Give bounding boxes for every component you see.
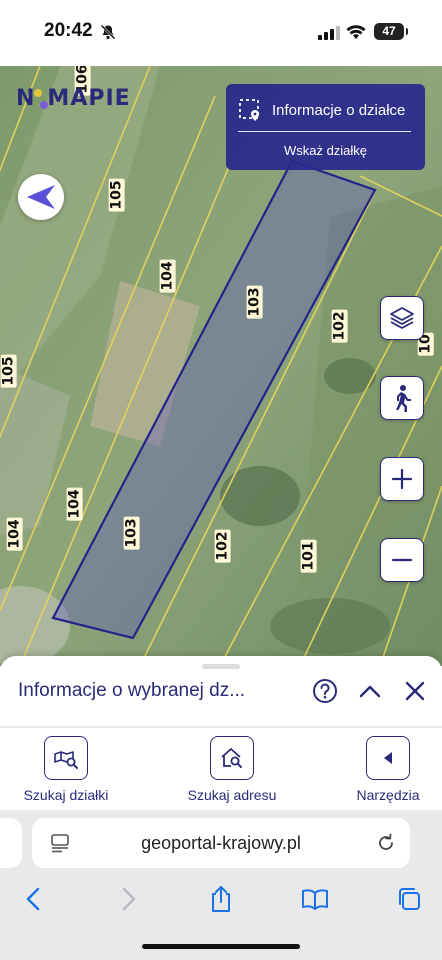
sheet-grabber[interactable]: [202, 664, 240, 669]
tools-label: Narzędzia: [356, 787, 420, 803]
map-view[interactable]: 106 105 104 103 102 105 104 103 102 101 …: [0, 66, 442, 666]
parcel-info-label: Informacje o działce: [272, 101, 406, 119]
tabs-button[interactable]: [394, 886, 424, 912]
status-bar: 20:42 47: [0, 0, 442, 66]
close-icon: [405, 681, 425, 701]
bell-off-icon: [100, 24, 116, 40]
map-search-icon: [54, 751, 78, 769]
sheet-title: Informacje o wybranej dz...: [18, 680, 246, 701]
parcel-label: 102: [331, 309, 348, 343]
help-button[interactable]: [312, 678, 338, 704]
layers-button[interactable]: [380, 296, 424, 340]
parcel-label: 105: [108, 178, 125, 212]
parcel-label: 105: [0, 354, 17, 388]
logo-text-2: MAPIE: [47, 86, 131, 111]
book-icon: [302, 889, 328, 910]
compass-button[interactable]: [18, 174, 64, 220]
close-button[interactable]: [402, 678, 428, 704]
walking-person-icon: [396, 385, 411, 412]
battery-indicator: 47: [374, 23, 408, 40]
zoom-out-button[interactable]: [380, 538, 424, 582]
chevron-right-icon: [122, 887, 136, 911]
plus-icon: [391, 468, 413, 490]
zoom-in-button[interactable]: [380, 457, 424, 501]
tools-button[interactable]: Narzędzia: [328, 736, 442, 803]
chevron-left-icon: [26, 887, 40, 911]
select-area-icon: [239, 99, 259, 121]
search-address-button[interactable]: Szukaj adresu: [172, 736, 292, 803]
parcel-label: 103: [123, 516, 140, 550]
parcel-info-button[interactable]: Informacje o działce: [238, 98, 405, 122]
home-search-icon: [221, 748, 242, 768]
search-parcel-icon-box: [44, 736, 88, 780]
parcel-label: 104: [6, 517, 23, 551]
parcel-label: 102: [214, 529, 231, 563]
search-address-label: Szukaj adresu: [187, 787, 277, 803]
minus-icon: [391, 558, 413, 562]
street-view-button[interactable]: [380, 376, 424, 420]
bottom-sheet: Informacje o wybranej dz...: [0, 656, 442, 726]
home-indicator: [142, 944, 300, 949]
parcel-label: 103: [246, 285, 263, 319]
bookmarks-button[interactable]: [300, 886, 330, 912]
parcel-label: 104: [66, 487, 83, 521]
point-parcel-button[interactable]: Wskaż działkę: [226, 143, 425, 158]
tools-icon-box: [366, 736, 410, 780]
wifi-icon: [346, 25, 366, 39]
expand-button[interactable]: [357, 678, 383, 704]
status-time: 20:42: [44, 20, 93, 41]
chevron-up-icon: [359, 685, 381, 698]
share-icon: [212, 886, 230, 912]
search-address-icon-box: [210, 736, 254, 780]
parcel-info-panel: Informacje o działce Wskaż działkę: [226, 84, 425, 170]
address-bar[interactable]: geoportal-krajowy.pl: [32, 818, 410, 868]
share-button[interactable]: [206, 886, 236, 912]
browser-bar: geoportal-krajowy.pl: [0, 810, 442, 960]
logo-text-1: N: [16, 86, 36, 111]
search-parcel-label: Szukaj działki: [23, 787, 109, 803]
logo-dot: [34, 89, 43, 97]
signal-icon: [318, 26, 340, 40]
help-icon: [313, 679, 337, 703]
navigation-arrow-icon: [27, 185, 55, 209]
tabs-icon: [399, 888, 420, 910]
back-button[interactable]: [18, 886, 48, 912]
app-logo: N MAPIE: [16, 86, 131, 111]
bottom-toolbar: Szukaj działki Szukaj adresu Narzędzia: [0, 728, 442, 810]
parcel-label: 101: [300, 539, 317, 573]
parcel-label: 104: [159, 259, 176, 293]
divider: [238, 131, 411, 132]
search-parcel-button[interactable]: Szukaj działki: [6, 736, 126, 803]
reload-icon[interactable]: [376, 833, 396, 853]
url-text: geoportal-krajowy.pl: [141, 833, 301, 853]
forward-button[interactable]: [114, 886, 144, 912]
caret-left-icon: [384, 752, 392, 764]
layers-icon: [390, 307, 414, 329]
previous-tab[interactable]: [0, 818, 22, 868]
